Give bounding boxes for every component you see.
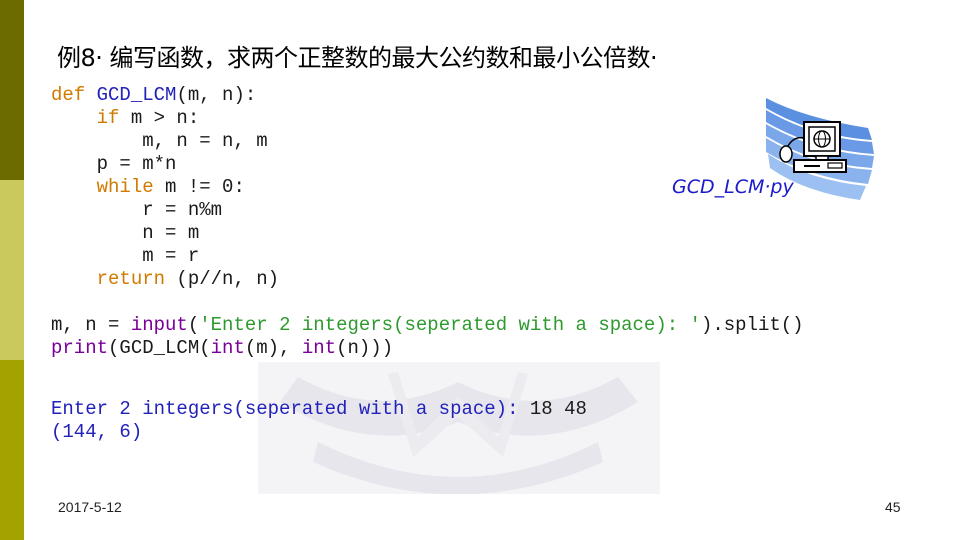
code-builtin: print — [51, 337, 109, 359]
code-text: m, n = — [51, 314, 131, 336]
program-output: Enter 2 integers(seperated with a space)… — [51, 398, 587, 444]
file-label: GCD_LCM·py — [672, 176, 794, 198]
code-line: print(GCD_LCM(int(m), int(n))) — [51, 337, 804, 360]
code-text: m, n = n, m — [142, 130, 268, 152]
code-text: (GCD_LCM( — [108, 337, 211, 359]
code-text: (m), — [244, 337, 302, 359]
code-keyword: def — [51, 84, 86, 106]
code-text: ( — [187, 314, 200, 336]
slide-title: 例8· 编写函数，求两个正整数的最大公约数和最小公倍数· — [57, 44, 658, 72]
page-number: 45 — [885, 499, 901, 515]
sidebar-block-bottom — [0, 360, 24, 540]
code-line: m, n = input('Enter 2 integers(seperated… — [51, 314, 804, 337]
sidebar-decoration — [0, 0, 24, 540]
code-line: return (p//n, n) — [51, 268, 804, 291]
code-text: n = m — [142, 222, 200, 244]
code-text: ).split() — [700, 314, 804, 336]
code-keyword: if — [96, 107, 120, 129]
code-text: m = r — [142, 245, 200, 267]
code-builtin: int — [210, 337, 245, 359]
code-line: m, n = n, m — [51, 130, 804, 153]
code-text: r = n%m — [142, 199, 223, 221]
code-builtin: input — [130, 314, 188, 336]
code-keyword: while — [96, 176, 154, 198]
slide-date: 2017-5-12 — [58, 499, 122, 515]
code-line: r = n%m — [51, 199, 804, 222]
code-line: if m > n: — [51, 107, 804, 130]
code-line: m = r — [51, 245, 804, 268]
code-text: m != 0: — [153, 176, 245, 198]
code-block: def GCD_LCM(m, n): if m > n: m, n = n, m… — [51, 84, 804, 360]
code-text: m > n: — [119, 107, 200, 129]
output-line: Enter 2 integers(seperated with a space)… — [51, 398, 587, 421]
output-prompt: Enter 2 integers(seperated with a space)… — [51, 398, 530, 420]
code-function-name: GCD_LCM — [96, 84, 177, 106]
output-result: (144, 6) — [51, 421, 143, 443]
code-text: p = m*n — [96, 153, 177, 175]
sidebar-block-middle — [0, 180, 24, 360]
output-line: (144, 6) — [51, 421, 587, 444]
output-user-input: 18 48 — [529, 398, 587, 420]
code-line: def GCD_LCM(m, n): — [51, 84, 804, 107]
code-builtin: int — [301, 337, 337, 359]
code-line: n = m — [51, 222, 804, 245]
code-text: (n))) — [336, 337, 394, 359]
code-string: 'Enter 2 integers(seperated with a space… — [199, 314, 701, 336]
code-text: (m, n): — [176, 84, 257, 106]
sidebar-block-top — [0, 0, 24, 180]
code-keyword: return — [96, 268, 166, 290]
code-text: (p//n, n) — [165, 268, 280, 290]
code-line: p = m*n — [51, 153, 804, 176]
